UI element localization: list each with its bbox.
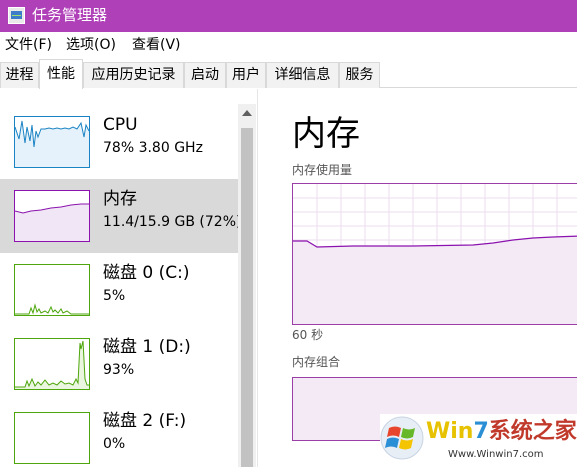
resource-item-disk-0[interactable]: 磁盘 0 (C:) 5% (0, 253, 238, 327)
site-watermark: Win7系统之家 Www.Winwin7.com (380, 414, 577, 467)
scrollbar-thumb[interactable] (241, 128, 253, 467)
resource-detail: 5% (103, 288, 126, 304)
tab-processes[interactable]: 进程 (0, 62, 39, 88)
resource-name: 磁盘 1 (D:) (103, 337, 191, 357)
tab-bar: 进程 性能 应用历史记录 启动 用户 详细信息 服务 (0, 58, 577, 89)
menu-file[interactable]: 文件(F) (5, 36, 52, 54)
menu-bar: 文件(F) 选项(O) 查看(V) (0, 32, 577, 58)
detail-title: 内存 (292, 114, 360, 154)
scroll-up-arrow-icon[interactable] (242, 110, 252, 116)
memory-usage-label: 内存使用量 (292, 163, 353, 177)
resource-item-memory[interactable]: 内存 11.4/15.9 GB (72%) (0, 179, 242, 253)
resource-detail: 78% 3.80 GHz (103, 140, 203, 156)
resource-name: CPU (103, 115, 138, 135)
resource-name: 磁盘 0 (C:) (103, 263, 190, 283)
memory-usage-graph (292, 183, 577, 325)
watermark-brand: Win7系统之家 (426, 419, 577, 444)
windows-logo-icon (380, 416, 424, 460)
tab-users[interactable]: 用户 (226, 62, 266, 88)
tab-details[interactable]: 详细信息 (266, 62, 339, 88)
tab-services[interactable]: 服务 (339, 62, 380, 88)
window-title: 任务管理器 (32, 6, 108, 24)
watermark-url: Www.Winwin7.com (448, 449, 544, 460)
menu-view[interactable]: 查看(V) (132, 36, 181, 54)
disk-2-thumbnail-graph (14, 412, 90, 464)
resource-detail: 11.4/15.9 GB (72%) (103, 214, 242, 230)
title-bar[interactable]: 任务管理器 (0, 0, 577, 32)
task-manager-icon (8, 7, 25, 24)
tab-app-history[interactable]: 应用历史记录 (83, 62, 184, 88)
memory-thumbnail-graph (14, 190, 90, 242)
resource-detail: 0% (103, 436, 126, 452)
tab-startup[interactable]: 启动 (184, 62, 226, 88)
tab-performance[interactable]: 性能 (39, 59, 83, 89)
disk-0-thumbnail-graph (14, 264, 90, 316)
cpu-thumbnail-graph (14, 116, 90, 168)
memory-composition-label: 内存组合 (292, 355, 341, 369)
resource-name: 磁盘 2 (F:) (103, 411, 187, 431)
time-span-label: 60 秒 (292, 328, 324, 342)
resource-item-disk-1[interactable]: 磁盘 1 (D:) 93% (0, 327, 238, 401)
resource-detail: 93% (103, 362, 135, 378)
menu-options[interactable]: 选项(O) (66, 36, 116, 54)
resource-name: 内存 (103, 189, 137, 209)
resource-item-disk-2[interactable]: 磁盘 2 (F:) 0% (0, 401, 238, 467)
resource-item-cpu[interactable]: CPU 78% 3.80 GHz (0, 105, 238, 179)
disk-1-thumbnail-graph (14, 338, 90, 390)
